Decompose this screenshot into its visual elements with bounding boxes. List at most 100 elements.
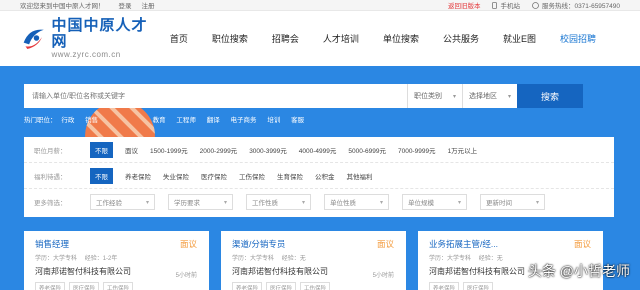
hero-section: 职位类别 ▾ 选择地区 ▾ 搜索 热门职位： 行政 销售 教育 工程师 翻译 电… [0,66,640,290]
company-size-dropdown[interactable]: 单位规模 ▾ [402,194,467,210]
nav-job-fair[interactable]: 招聘会 [272,32,299,45]
job-card[interactable]: 销售经理 面议 学历：大学专科 经验：1-2年 河南邦诺智付科技有限公司 5小时… [24,231,209,290]
benefit-option[interactable]: 医疗保险 [201,171,227,181]
top-bar: 欢迎您来到中国中原人才网！ 登录 注册 返回旧版本 手机站 服务热线：0371-… [0,0,640,11]
job-education: 学历：大学专科 [35,256,78,262]
nav-public-service[interactable]: 公共服务 [443,32,479,45]
logo-mark-icon [23,29,44,49]
hot-job-link[interactable]: 工程师 [176,117,196,124]
job-title[interactable]: 业务拓展主管/经... [429,238,592,250]
hot-job-link[interactable]: 电子商务 [231,117,257,124]
chevron-down-icon: ▾ [457,199,461,206]
nav-employment-map[interactable]: 就业E图 [503,32,536,45]
job-education: 学历：大学专科 [429,256,472,262]
chevron-down-icon: ▾ [452,93,456,100]
chevron-down-icon: ▾ [301,199,305,206]
hot-job-link[interactable]: 销售 [85,117,98,124]
mobile-site-link[interactable]: 手机站 [492,0,520,10]
job-time: 5小时前 [372,273,394,279]
update-time-dropdown[interactable]: 更新时间 ▾ [480,194,545,210]
search-input[interactable] [24,84,407,108]
headset-icon [532,1,539,9]
company-size-dropdown-label: 单位规模 [408,200,434,207]
benefit-option[interactable]: 公积金 [315,171,335,181]
salary-option[interactable]: 3000-3999元 [249,145,287,155]
salary-filter-label: 职位月薪： [34,147,67,155]
benefits-filter-label: 福利待遇： [34,173,67,181]
site-name: 中国中原人才网 [51,16,148,50]
region-select[interactable]: 选择地区 ▾ [462,84,517,108]
job-title[interactable]: 渠道/分销专员 [232,238,395,250]
site-logo[interactable]: 中国中原人才网 www.zyrc.com.cn [20,16,154,59]
hot-job-link[interactable]: 行政 [61,117,74,124]
benefit-option[interactable]: 生育保险 [277,171,303,181]
benefit-tag: 医疗保险 [69,282,100,290]
education-dropdown[interactable]: 学历要求 ▾ [168,194,233,210]
salary-filter-row: 职位月薪： 不限 面议 1500-1999元 2000-2999元 3000-3… [24,137,614,163]
job-company[interactable]: 河南邦诺智付科技有限公司 [232,266,395,277]
job-cards: 销售经理 面议 学历：大学专科 经验：1-2年 河南邦诺智付科技有限公司 5小时… [24,231,615,290]
watermark: 头条 @小哲老师 [527,263,630,279]
login-link[interactable]: 登录 [119,0,132,10]
job-salary: 面议 [376,239,394,249]
job-salary: 面议 [179,239,197,249]
filter-panel: 职位月薪： 不限 面议 1500-1999元 2000-2999元 3000-3… [24,137,614,217]
job-salary: 面议 [573,239,591,249]
nav-home[interactable]: 首页 [170,32,188,45]
job-nature-dropdown[interactable]: 工作性质 ▾ [246,194,311,210]
hot-job-link[interactable]: 翻译 [207,117,220,124]
company-nature-dropdown[interactable]: 单位性质 ▾ [324,194,389,210]
benefit-tag: 养老保险 [429,282,460,290]
salary-option[interactable]: 4000-4999元 [299,145,337,155]
salary-option[interactable]: 2000-2999元 [200,145,238,155]
return-old-version-link[interactable]: 返回旧版本 [448,0,481,10]
salary-option[interactable]: 7000-9999元 [398,145,436,155]
benefit-option[interactable]: 其他福利 [347,171,373,181]
job-experience: 经验：无 [478,256,503,262]
hot-job-link[interactable]: 客服 [291,117,304,124]
benefit-tag: 养老保险 [232,282,263,290]
register-link[interactable]: 注册 [142,0,155,10]
benefit-option[interactable]: 工伤保险 [239,171,265,181]
mobile-site-label: 手机站 [500,3,520,10]
search-button[interactable]: 搜索 [517,84,583,108]
education-dropdown-label: 学历要求 [174,200,200,207]
hot-jobs: 热门职位： 行政 销售 教育 工程师 翻译 电子商务 培训 客服 [24,114,313,124]
job-meta: 学历：大学专科 经验：1-2年 [35,253,198,262]
salary-option[interactable]: 面议 [125,145,138,155]
nav-training[interactable]: 人才培训 [323,32,359,45]
nav-campus-recruit[interactable]: 校园招聘 [560,32,596,45]
experience-dropdown[interactable]: 工作经验 ▾ [90,194,155,210]
salary-option[interactable]: 5000-6999元 [348,145,386,155]
site-url: www.zyrc.com.cn [51,49,121,59]
benefit-tag: 工伤保险 [103,282,134,290]
chevron-down-icon: ▾ [145,199,149,206]
job-title[interactable]: 销售经理 [35,238,198,250]
job-nature-dropdown-label: 工作性质 [252,200,278,207]
nav-job-search[interactable]: 职位搜索 [212,32,248,45]
more-filter-row: 更多筛选： 工作经验 ▾ 学历要求 ▾ 工作性质 ▾ 单位性质 ▾ 单位规模 ▾ 更新时间… [24,189,614,215]
benefit-tag: 医疗保险 [266,282,297,290]
job-meta: 学历：大学专科 经验：无 [232,253,395,262]
hot-job-link[interactable]: 培训 [267,117,280,124]
hotline: 服务热线：0371-65957490 [532,0,620,10]
benefit-option[interactable]: 养老保险 [125,171,151,181]
benefit-tag: 医疗保险 [463,282,494,290]
salary-option[interactable]: 1500-1999元 [150,145,188,155]
job-card[interactable]: 渠道/分销专员 面议 学历：大学专科 经验：无 河南邦诺智付科技有限公司 5小时… [221,231,406,290]
benefit-option[interactable]: 不限 [90,167,113,184]
job-category-select[interactable]: 职位类别 ▾ [407,84,462,108]
hot-job-link[interactable]: 教育 [153,117,166,124]
job-education: 学历：大学专科 [232,256,275,262]
company-nature-dropdown-label: 单位性质 [330,200,356,207]
job-experience: 经验：1-2年 [84,256,118,262]
salary-option[interactable]: 1万元以上 [448,145,478,155]
hotline-text: 服务热线：0371-65957490 [541,3,620,10]
salary-option[interactable]: 不限 [90,141,113,158]
benefit-option[interactable]: 失业保险 [163,171,189,181]
chevron-down-icon: ▾ [535,199,539,206]
nav-company-search[interactable]: 单位搜索 [383,32,419,45]
hot-jobs-label: 热门职位： [24,117,57,124]
benefits-filter-row: 福利待遇： 不限 养老保险 失业保险 医疗保险 工伤保险 生育保险 公积金 其他… [24,163,614,189]
job-company[interactable]: 河南邦诺智付科技有限公司 [35,266,198,277]
